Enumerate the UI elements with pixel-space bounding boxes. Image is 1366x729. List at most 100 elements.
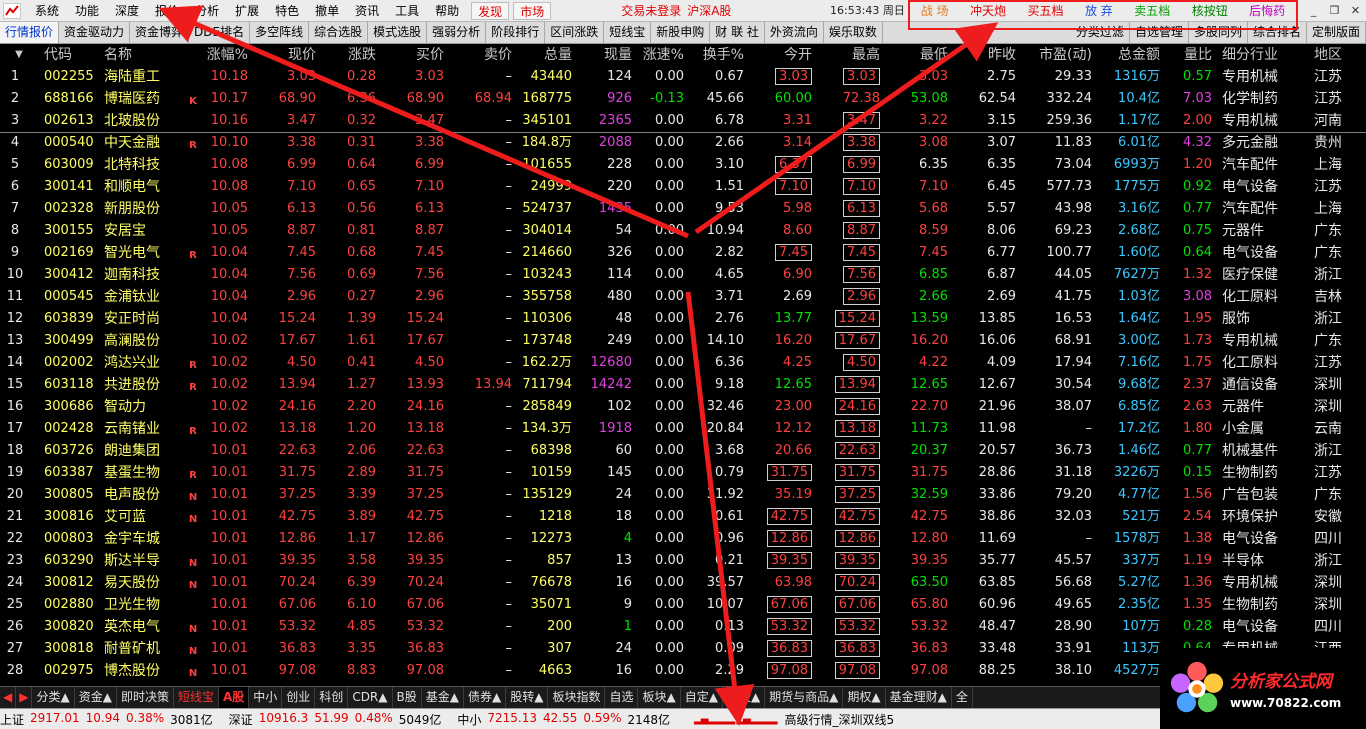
column-header[interactable]: 总金额: [1100, 44, 1160, 66]
column-header[interactable]: 卖价: [460, 44, 512, 66]
scroll-left-icon[interactable]: ◀: [0, 687, 17, 708]
column-header[interactable]: 现量: [580, 44, 632, 66]
tab-right[interactable]: 自选管理: [1130, 22, 1189, 43]
column-header[interactable]: 细分行业: [1222, 44, 1310, 66]
table-row[interactable]: 1 002255 海陆重工 10.18 3.03 0.28 3.03 – 43440 124 0.0…: [0, 66, 1366, 88]
minimize-icon[interactable]: _: [1303, 0, 1324, 22]
tab-right[interactable]: 定制版面: [1307, 22, 1366, 43]
table-row[interactable]: 3 002613 北玻股份 10.16 3.47 0.32 3.47 –345101 2365 0…: [0, 110, 1366, 132]
table-row[interactable]: 16 300686 智动力 10.02 24.16 2.20 24.16 –285849 102…: [0, 396, 1366, 418]
column-header[interactable]: 地区: [1314, 44, 1364, 66]
menu-item[interactable]: 分析: [187, 0, 227, 22]
column-header[interactable]: 现价: [258, 44, 316, 66]
index-quote[interactable]: 上证 2917.01 10.94 0.38% 3081亿: [0, 711, 219, 728]
table-row[interactable]: 2 688166 博瑞医药 K 10.17 68.90 6.36 68.90 68.94 1687…: [0, 88, 1366, 110]
market-tab[interactable]: 板块指数: [548, 687, 606, 708]
table-row[interactable]: 11 000545 金浦钛业 10.04 2.96 0.27 2.96 –355758 480 0…: [0, 286, 1366, 308]
plugin-button[interactable]: 卖五档: [1129, 2, 1175, 20]
market-tab[interactable]: 中小: [249, 687, 283, 708]
tab[interactable]: 强弱分析: [427, 22, 487, 43]
tab[interactable]: 综合选股: [309, 22, 369, 43]
table-row[interactable]: 8 300155 安居宝 10.05 8.87 0.81 8.87 –304014 54 0.00…: [0, 220, 1366, 242]
market-tab[interactable]: 港股▲: [723, 687, 766, 708]
column-header[interactable]: 今开: [760, 44, 812, 66]
close-icon[interactable]: ✕: [1345, 0, 1366, 22]
market-tab[interactable]: 自选: [605, 687, 639, 708]
table-row[interactable]: 14 002002 鸿达兴业 R 10.02 4.50 0.41 4.50–162.2万 126…: [0, 352, 1366, 374]
tab[interactable]: 新股申购: [651, 22, 711, 43]
market-tab[interactable]: 全: [952, 687, 973, 708]
market-button[interactable]: 市场: [513, 1, 552, 20]
market-tab[interactable]: 短线宝: [174, 687, 219, 708]
tab[interactable]: 模式选股: [368, 22, 428, 43]
market-tab[interactable]: 自定▲: [681, 687, 723, 708]
market-tab[interactable]: CDR▲: [348, 687, 393, 708]
menu-item[interactable]: 深度: [107, 0, 147, 22]
column-header[interactable]: 最高: [826, 44, 880, 66]
market-tab[interactable]: 期货与商品▲: [765, 687, 844, 708]
market-label[interactable]: 沪深A股: [687, 2, 731, 19]
column-header[interactable]: 涨速%: [636, 44, 684, 66]
tab[interactable]: 多空阵线: [250, 22, 310, 43]
plugin-button[interactable]: 战 场: [916, 2, 954, 20]
index-quote[interactable]: 中小 7215.13 42.55 0.59% 2148亿: [457, 711, 676, 728]
table-row[interactable]: 9 002169 智光电气 R 10.04 7.45 0.68 7.45–214660 326 0…: [0, 242, 1366, 264]
market-tab[interactable]: 债券▲: [464, 687, 507, 708]
column-header[interactable]: 量比: [1168, 44, 1212, 66]
app-logo-icon[interactable]: [3, 2, 21, 19]
index-quote[interactable]: 深证 10916.3 51.99 0.48% 5049亿: [229, 711, 448, 728]
market-tab[interactable]: A股: [218, 687, 250, 708]
signal-indicator-icon[interactable]: ▂▄▂▂▂▂ ▂▄▂▂▂▂: [694, 714, 777, 725]
table-row[interactable]: 17 002428 云南锗业 R 10.02 13.18 1.20 13.18–134.3万 1…: [0, 418, 1366, 440]
market-tab[interactable]: 分类▲: [32, 687, 75, 708]
plugin-button[interactable]: 买五档: [1022, 2, 1068, 20]
market-tab[interactable]: 即时决策: [117, 687, 174, 708]
table-row[interactable]: 4 000540 中天金融 R 10.10 3.38 0.31 3.38–184.8万 2088…: [0, 132, 1366, 154]
menu-item[interactable]: 帮助: [427, 0, 467, 22]
market-tab[interactable]: 期权▲: [843, 687, 886, 708]
market-tab[interactable]: B股: [393, 687, 422, 708]
plugin-button[interactable]: 后悔药: [1244, 2, 1290, 20]
column-header[interactable]: 总量: [516, 44, 572, 66]
table-row[interactable]: 20 300805 电声股份 N 10.01 37.25 3.39 37.25–135129 2…: [0, 484, 1366, 506]
column-header[interactable]: 涨幅%: [196, 44, 248, 66]
tab-right[interactable]: 多股同列: [1189, 22, 1248, 43]
sort-arrow-icon[interactable]: ▼: [12, 44, 26, 66]
tab[interactable]: 娱乐取数: [824, 22, 883, 43]
menu-item[interactable]: 系统: [27, 0, 67, 22]
menu-item[interactable]: 报价: [147, 0, 187, 22]
plugin-button[interactable]: 核按钮: [1187, 2, 1233, 20]
table-row[interactable]: 19 603387 基蛋生物 R 10.01 31.75 2.89 31.75–10159 14…: [0, 462, 1366, 484]
market-tab[interactable]: 创业: [282, 687, 316, 708]
table-row[interactable]: 25 002880 卫光生物 10.01 67.06 6.10 67.06 – 35071 9 0.…: [0, 594, 1366, 616]
table-row[interactable]: 24 300812 易天股份 N 10.01 70.24 6.39 70.24–76678 16…: [0, 572, 1366, 594]
tab[interactable]: 区间涨跌: [545, 22, 605, 43]
column-header[interactable]: 换手%: [690, 44, 744, 66]
discover-button[interactable]: 发现: [471, 1, 510, 20]
table-row[interactable]: 21 300816 艾可蓝 N 10.01 42.75 3.89 42.75–1218 18 0.…: [0, 506, 1366, 528]
tab[interactable]: 财 联 社: [710, 22, 765, 43]
column-header[interactable]: 买价: [384, 44, 444, 66]
table-row[interactable]: 10 300412 迦南科技 10.04 7.56 0.69 7.56 –103243 114 0…: [0, 264, 1366, 286]
table-row[interactable]: 22 000803 金宇车城 10.01 12.86 1.17 12.86 – 12273 4 0.…: [0, 528, 1366, 550]
column-header[interactable]: 涨跌: [320, 44, 376, 66]
menu-item[interactable]: 撤单: [307, 0, 347, 22]
restore-icon[interactable]: ❐: [1324, 0, 1345, 22]
menu-item[interactable]: 扩展: [227, 0, 267, 22]
plugin-button[interactable]: 冲天炮: [965, 2, 1011, 20]
column-header[interactable]: 昨收: [960, 44, 1016, 66]
table-row[interactable]: 15 603118 共进股份 R 10.02 13.94 1.27 13.93 13.94 711…: [0, 374, 1366, 396]
tab[interactable]: DDE排名: [189, 22, 251, 43]
market-tab[interactable]: 科创: [315, 687, 349, 708]
table-row[interactable]: 6 300141 和顺电气 10.08 7.10 0.65 7.10 – 24999 220 0.0…: [0, 176, 1366, 198]
tab-right[interactable]: 分类过滤: [1071, 22, 1130, 43]
plugin-button[interactable]: 放 弃: [1080, 2, 1118, 20]
column-header[interactable]: 名称: [104, 44, 184, 66]
menu-item[interactable]: 资讯: [347, 0, 387, 22]
table-row[interactable]: 5 603009 北特科技 10.08 6.99 0.64 6.99 –101655 228 0.…: [0, 154, 1366, 176]
login-status[interactable]: 交易未登录: [621, 2, 681, 19]
table-row[interactable]: 12 603839 安正时尚 10.04 15.24 1.39 15.24 –110306 48…: [0, 308, 1366, 330]
market-tab[interactable]: 基金▲: [422, 687, 464, 708]
menu-item[interactable]: 工具: [387, 0, 427, 22]
tab[interactable]: 资金博弈: [130, 22, 190, 43]
